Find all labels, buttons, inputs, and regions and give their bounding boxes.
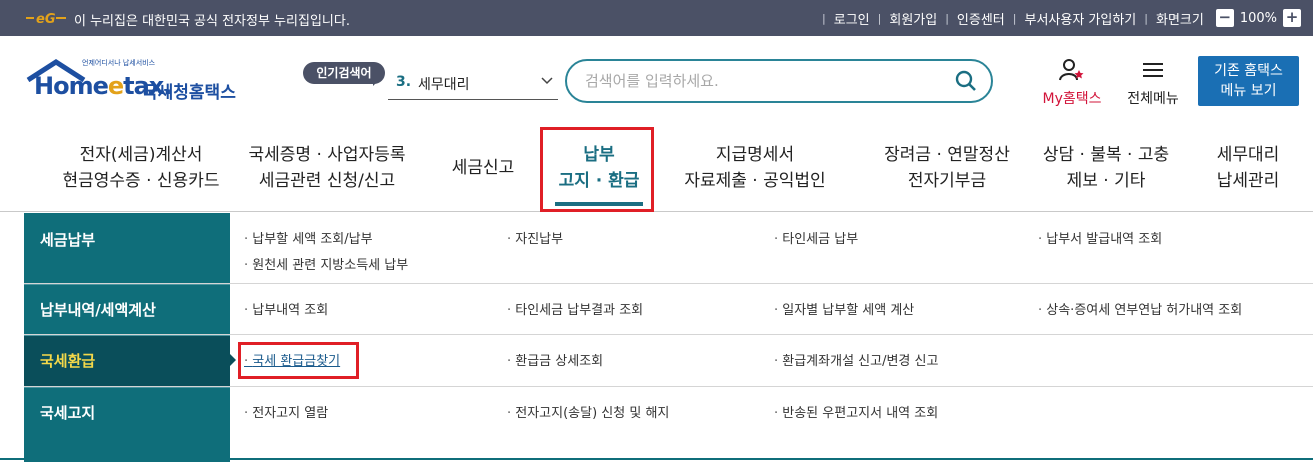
highlight-box-refund xyxy=(238,342,359,379)
menu-link[interactable]: 환급금 상세조회 xyxy=(507,350,603,369)
menu-link[interactable]: 타인세금 납부 xyxy=(774,228,858,247)
gov-notice-bar: eG 이 누리집은 대한민국 공식 전자정부 누리집입니다. | 로그인 | 회… xyxy=(0,0,1313,36)
site-header: 언제어디서나 납세서비스 Homeetax. 국세청홈택스 인기검색어 3. 세… xyxy=(0,36,1313,120)
all-menu-label: 전체메뉴 xyxy=(1127,91,1179,107)
search-box xyxy=(565,59,993,103)
menu-link[interactable]: 원천세 관련 지방소득세 납부 xyxy=(244,254,408,273)
signup-link[interactable]: 회원가입 xyxy=(889,9,937,28)
menu-link[interactable]: 상속·증여세 연부연납 허가내역 조회 xyxy=(1038,299,1242,318)
menu-row-payment-history: 납부내역/세액계산 납부내역 조회 타인세금 납부결과 조회 일자별 납부할 세… xyxy=(24,285,1313,335)
nav-item-tax-agent[interactable]: 세무대리 납세관리 xyxy=(1208,142,1288,194)
gov-notice-text: 이 누리집은 대한민국 공식 전자정부 누리집입니다. xyxy=(74,14,350,29)
search-icon[interactable] xyxy=(955,70,977,92)
category-tax-notice[interactable]: 국세고지 xyxy=(24,388,230,462)
menu-link[interactable]: 납부서 발급내역 조회 xyxy=(1038,228,1162,247)
menu-link[interactable]: 타인세금 납부결과 조회 xyxy=(507,299,643,318)
menu-link[interactable]: 반송된 우편고지서 내역 조회 xyxy=(774,402,938,421)
menu-link[interactable]: 전자고지(송달) 신청 및 해지 xyxy=(507,402,669,421)
nav-item-payment-statement[interactable]: 지급명세서 자료제출 · 공익법인 xyxy=(682,142,828,194)
nav-item-tax-certificate[interactable]: 국세증명 · 사업자등록 세금관련 신청/신고 xyxy=(246,142,408,194)
cert-center-link[interactable]: 인증센터 xyxy=(957,9,1005,28)
nav-item-e-invoice[interactable]: 전자(세금)계산서 현금영수증 · 신용카드 xyxy=(62,142,220,194)
menu-row-tax-notice: 국세고지 전자고지 열람 전자고지(송달) 신청 및 해지 반송된 우편고지서 … xyxy=(24,388,1313,462)
nav-item-tax-filing[interactable]: 세금신고 xyxy=(448,155,518,181)
menu-link[interactable]: 일자별 납부할 세액 계산 xyxy=(774,299,914,318)
category-tax-refund[interactable]: 국세환급 xyxy=(24,336,236,386)
category-payment-history[interactable]: 납부내역/세액계산 xyxy=(24,285,230,334)
utility-links: | 로그인 | 회원가입 | 인증센터 | 부서사용자 가입하기 | 화면크기 … xyxy=(814,0,1313,36)
egov-logo-icon: eG xyxy=(26,12,66,25)
bottom-divider xyxy=(0,458,1313,460)
screen-size-label: 화면크기 xyxy=(1155,12,1204,28)
search-input[interactable] xyxy=(585,70,945,92)
dept-user-signup-link[interactable]: 부서사용자 가입하기 xyxy=(1024,9,1136,28)
main-navigation: 전자(세금)계산서 현금영수증 · 신용카드 국세증명 · 사업자등록 세금관련 신… xyxy=(0,120,1313,212)
popular-rank: 3. xyxy=(396,74,412,90)
popular-search-label: 인기검색어 xyxy=(303,62,385,86)
menu-link[interactable]: 전자고지 열람 xyxy=(244,402,328,421)
my-hometax-button[interactable]: My홈택스 xyxy=(1034,58,1110,108)
zoom-in-button[interactable]: + xyxy=(1283,9,1301,27)
chevron-down-icon xyxy=(541,77,553,85)
user-star-icon xyxy=(1059,59,1084,81)
popular-keyword-select[interactable]: 3. 세무대리 xyxy=(388,66,558,100)
all-menu-button[interactable]: 전체메뉴 xyxy=(1118,58,1188,108)
zoom-value: 100% xyxy=(1239,10,1277,26)
menu-link[interactable]: 자진납부 xyxy=(507,228,563,247)
menu-link[interactable]: 납부내역 조회 xyxy=(244,299,328,318)
svg-text:eG: eG xyxy=(36,12,56,25)
my-hometax-label: My홈택스 xyxy=(1042,91,1102,107)
hometax-logo[interactable]: 언제어디서나 납세서비스 Homeetax. 국세청홈택스 xyxy=(26,58,246,108)
nav-item-incentive-yearend[interactable]: 장려금 · 연말정산 전자기부금 xyxy=(866,142,1028,194)
menu-link[interactable]: 납부할 세액 조회/납부 xyxy=(244,228,372,247)
legacy-menu-button[interactable]: 기존 홈택스 메뉴 보기 xyxy=(1198,56,1299,106)
zoom-out-button[interactable]: − xyxy=(1215,9,1234,27)
nav-item-consultation[interactable]: 상담 · 불복 · 고충 제보 · 기타 xyxy=(1036,142,1176,194)
highlight-box-nav xyxy=(540,127,654,212)
popular-keyword: 세무대리 xyxy=(418,77,470,93)
category-tax-payment[interactable]: 세금납부 xyxy=(24,213,230,283)
menu-link[interactable]: 환급계좌개설 신고/변경 신고 xyxy=(774,350,938,369)
menu-row-tax-payment: 세금납부 납부할 세액 조회/납부 자진납부 타인세금 납부 납부서 발급내역 … xyxy=(24,213,1313,284)
menu-row-tax-refund: 국세환급 국세 환급금찾기 환급금 상세조회 환급계좌개설 신고/변경 신고 xyxy=(24,336,1313,387)
hamburger-menu-icon xyxy=(1143,63,1163,77)
mega-menu-panel: 세금납부 납부할 세액 조회/납부 자진납부 타인세금 납부 납부서 발급내역 … xyxy=(24,213,1313,462)
login-link[interactable]: 로그인 xyxy=(834,9,870,28)
